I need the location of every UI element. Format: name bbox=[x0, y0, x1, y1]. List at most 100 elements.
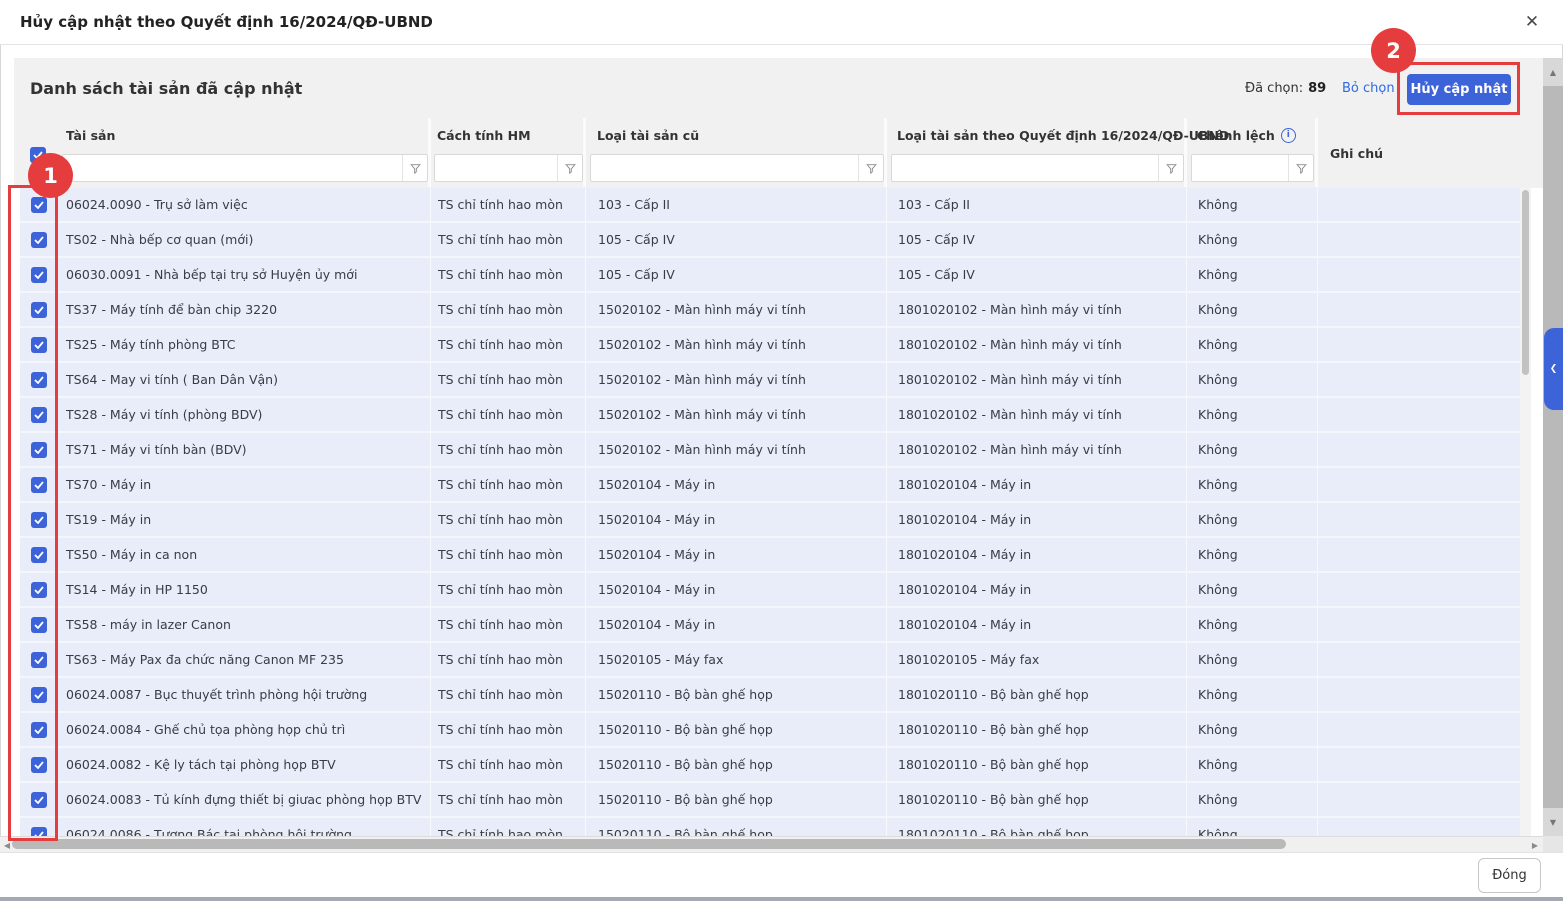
cell-old-type: 15020104 - Máy in bbox=[585, 468, 886, 501]
info-icon[interactable]: i bbox=[1281, 128, 1296, 143]
column-separator bbox=[428, 118, 431, 187]
table-row[interactable]: TS19 - Máy in TS chỉ tính hao mòn 150201… bbox=[20, 503, 1520, 538]
column-header-method: Cách tính HM bbox=[437, 118, 531, 152]
table-row[interactable]: TS70 - Máy in TS chỉ tính hao mòn 150201… bbox=[20, 468, 1520, 503]
chevron-left-icon: ❮ bbox=[1550, 364, 1558, 374]
cell-new-type: 1801020102 - Màn hình máy vi tính bbox=[886, 433, 1186, 466]
horizontal-scrollbar-thumb[interactable] bbox=[12, 839, 1286, 849]
table-vertical-scrollbar-thumb[interactable] bbox=[1522, 190, 1529, 375]
cell-new-type: 1801020102 - Màn hình máy vi tính bbox=[886, 398, 1186, 431]
filter-method-input[interactable] bbox=[435, 155, 557, 181]
cell-new-type: 1801020110 - Bộ bàn ghế họp bbox=[886, 783, 1186, 816]
row-checkbox[interactable] bbox=[31, 827, 47, 837]
row-checkbox[interactable] bbox=[31, 267, 47, 283]
table-row[interactable]: 06024.0084 - Ghế chủ tọa phòng họp chủ t… bbox=[20, 713, 1520, 748]
table-row[interactable]: TS50 - Máy in ca non TS chỉ tính hao mòn… bbox=[20, 538, 1520, 573]
table-row[interactable]: TS37 - Máy tính để bàn chip 3220 TS chỉ … bbox=[20, 293, 1520, 328]
table-row[interactable]: 06024.0087 - Bục thuyết trình phòng hội … bbox=[20, 678, 1520, 713]
cell-new-type: 105 - Cấp IV bbox=[886, 258, 1186, 291]
row-checkbox[interactable] bbox=[31, 232, 47, 248]
row-checkbox[interactable] bbox=[31, 652, 47, 668]
table-row[interactable]: 06024.0090 - Trụ sở làm việc TS chỉ tính… bbox=[20, 188, 1520, 223]
cell-new-type: 1801020104 - Máy in bbox=[886, 503, 1186, 536]
row-checkbox[interactable] bbox=[31, 547, 47, 563]
row-checkbox[interactable] bbox=[31, 792, 47, 808]
select-all-checkbox[interactable] bbox=[30, 147, 46, 163]
filter-funnel-icon[interactable] bbox=[1288, 155, 1313, 181]
table-row[interactable]: TS71 - Máy vi tính bàn (BDV) TS chỉ tính… bbox=[20, 433, 1520, 468]
scroll-down-icon[interactable]: ▼ bbox=[1543, 808, 1563, 836]
cell-old-type: 15020104 - Máy in bbox=[585, 608, 886, 641]
row-checkbox[interactable] bbox=[31, 757, 47, 773]
cell-method: TS chỉ tính hao mòn bbox=[430, 188, 585, 221]
table-row[interactable]: 06024.0082 - Kệ ly tách tại phòng họp BT… bbox=[20, 748, 1520, 783]
cell-asset: 06024.0083 - Tủ kính đựng thiết bị giưac… bbox=[58, 783, 430, 816]
cell-method: TS chỉ tính hao mòn bbox=[430, 328, 585, 361]
row-checkbox[interactable] bbox=[31, 372, 47, 388]
row-checkbox[interactable] bbox=[31, 582, 47, 598]
table-row[interactable]: 06030.0091 - Nhà bếp tại trụ sở Huyện ủy… bbox=[20, 258, 1520, 293]
cell-old-type: 15020102 - Màn hình máy vi tính bbox=[585, 433, 886, 466]
cell-note bbox=[1317, 818, 1520, 836]
filter-diff-input[interactable] bbox=[1192, 155, 1288, 181]
table-row[interactable]: TS25 - Máy tính phòng BTC TS chỉ tính ha… bbox=[20, 328, 1520, 363]
page-vertical-scrollbar-track[interactable] bbox=[1543, 58, 1563, 836]
row-checkbox[interactable] bbox=[31, 197, 47, 213]
cell-new-type: 1801020104 - Máy in bbox=[886, 573, 1186, 606]
cell-old-type: 105 - Cấp IV bbox=[585, 223, 886, 256]
table-row[interactable]: TS58 - máy in lazer Canon TS chỉ tính ha… bbox=[20, 608, 1520, 643]
cell-diff: Không bbox=[1186, 818, 1317, 836]
cell-old-type: 15020104 - Máy in bbox=[585, 503, 886, 536]
cell-method: TS chỉ tính hao mòn bbox=[430, 363, 585, 396]
cell-note bbox=[1317, 433, 1520, 466]
cell-method: TS chỉ tính hao mòn bbox=[430, 538, 585, 571]
row-checkbox[interactable] bbox=[31, 617, 47, 633]
row-checkbox[interactable] bbox=[31, 302, 47, 318]
row-checkbox[interactable] bbox=[31, 687, 47, 703]
filter-funnel-icon[interactable] bbox=[402, 155, 427, 181]
cell-asset: TS58 - máy in lazer Canon bbox=[58, 608, 430, 641]
close-icon[interactable]: ✕ bbox=[1518, 8, 1546, 36]
cell-asset: TS28 - Máy vi tính (phòng BDV) bbox=[58, 398, 430, 431]
filter-asset-input[interactable] bbox=[63, 155, 402, 181]
close-dialog-button[interactable]: Đóng bbox=[1478, 858, 1541, 893]
cell-asset: TS70 - Máy in bbox=[58, 468, 430, 501]
scroll-right-icon[interactable]: ▶ bbox=[1529, 839, 1541, 851]
table-row[interactable]: TS14 - Máy in HP 1150 TS chỉ tính hao mò… bbox=[20, 573, 1520, 608]
column-separator bbox=[884, 118, 887, 187]
selected-count: 89 bbox=[1308, 81, 1326, 96]
row-checkbox[interactable] bbox=[31, 722, 47, 738]
table-row[interactable]: 06024.0083 - Tủ kính đựng thiết bị giưac… bbox=[20, 783, 1520, 818]
collapse-panel-tab[interactable]: ❮ bbox=[1544, 328, 1563, 410]
table-row[interactable]: TS02 - Nhà bếp cơ quan (mới) TS chỉ tính… bbox=[20, 223, 1520, 258]
table-row[interactable]: TS28 - Máy vi tính (phòng BDV) TS chỉ tí… bbox=[20, 398, 1520, 433]
row-checkbox[interactable] bbox=[31, 512, 47, 528]
column-header-diff: Chênh lệch i bbox=[1197, 118, 1296, 152]
filter-funnel-icon[interactable] bbox=[1158, 155, 1183, 181]
row-checkbox[interactable] bbox=[31, 442, 47, 458]
filter-funnel-icon[interactable] bbox=[858, 155, 883, 181]
cell-diff: Không bbox=[1186, 293, 1317, 326]
cancel-update-button[interactable]: Hủy cập nhật bbox=[1407, 74, 1511, 105]
deselect-link[interactable]: Bỏ chọn bbox=[1342, 58, 1395, 118]
cell-old-type: 15020105 - Máy fax bbox=[585, 643, 886, 676]
scroll-left-icon[interactable]: ◀ bbox=[1, 839, 13, 851]
table-row[interactable]: TS64 - May vi tính ( Ban Dân Vận) TS chỉ… bbox=[20, 363, 1520, 398]
cell-note bbox=[1317, 503, 1520, 536]
cell-diff: Không bbox=[1186, 748, 1317, 781]
table-row[interactable]: TS63 - Máy Pax đa chức năng Canon MF 235… bbox=[20, 643, 1520, 678]
filter-old-type-input[interactable] bbox=[591, 155, 858, 181]
scroll-up-icon[interactable]: ▲ bbox=[1543, 58, 1563, 86]
cell-note bbox=[1317, 748, 1520, 781]
row-checkbox[interactable] bbox=[31, 407, 47, 423]
row-checkbox[interactable] bbox=[31, 477, 47, 493]
cell-diff: Không bbox=[1186, 538, 1317, 571]
filter-funnel-icon[interactable] bbox=[557, 155, 582, 181]
row-checkbox[interactable] bbox=[31, 337, 47, 353]
dialog-title: Hủy cập nhật theo Quyết định 16/2024/QĐ-… bbox=[20, 0, 433, 44]
cell-note bbox=[1317, 293, 1520, 326]
filter-new-type-input[interactable] bbox=[892, 155, 1158, 181]
table-row[interactable]: 06024.0086 - Tượng Bác tại phòng hội trư… bbox=[20, 818, 1520, 836]
cell-method: TS chỉ tính hao mòn bbox=[430, 293, 585, 326]
cell-old-type: 15020110 - Bộ bàn ghế họp bbox=[585, 818, 886, 836]
